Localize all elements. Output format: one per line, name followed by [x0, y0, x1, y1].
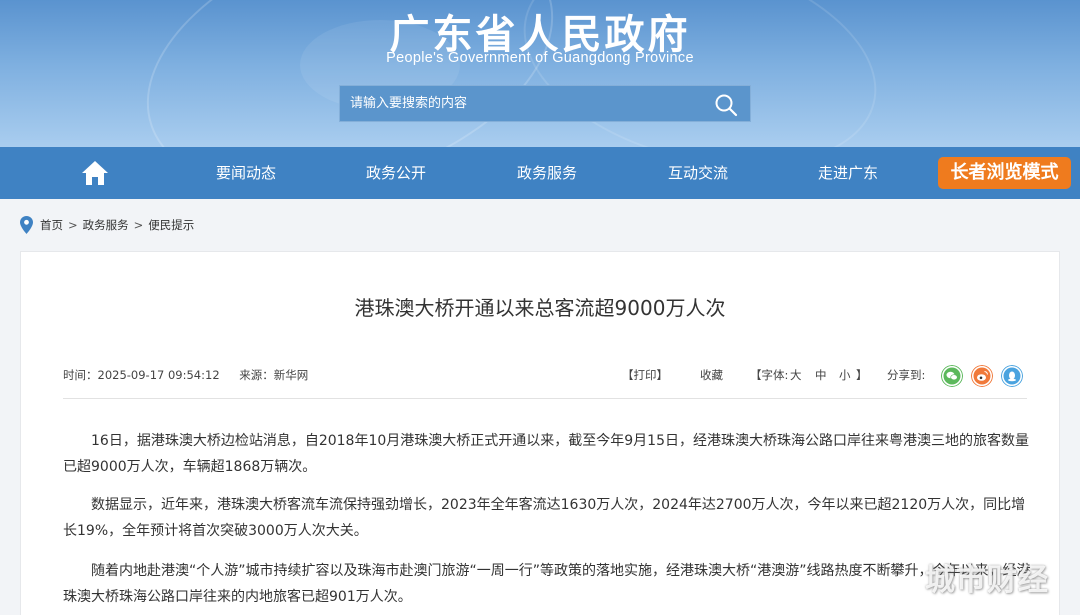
- wechat-share-icon[interactable]: [941, 365, 963, 387]
- font-medium-button[interactable]: 中: [815, 367, 827, 383]
- share-label: 分享到:: [887, 368, 926, 382]
- home-icon[interactable]: [80, 159, 110, 187]
- elder-mode-button[interactable]: 长者浏览模式: [938, 157, 1071, 189]
- breadcrumb: 首页 > 政务服务 > 便民提示: [20, 215, 194, 235]
- breadcrumb-home[interactable]: 首页: [40, 217, 63, 233]
- nav-item-news[interactable]: 要闻动态: [186, 147, 306, 199]
- site-subtitle: People's Government of Guangdong Provinc…: [386, 50, 694, 66]
- qq-share-icon[interactable]: [1001, 365, 1023, 387]
- weibo-share-icon[interactable]: [971, 365, 993, 387]
- location-pin-icon: [20, 216, 33, 234]
- main-nav: 要闻动态 政务公开 政务服务 互动交流 走进广东: [0, 147, 1080, 199]
- site-header: 广东省人民政府 People's Government of Guangdong…: [0, 0, 1080, 147]
- watermark: 城市财经: [925, 563, 1049, 598]
- article-paragraph: 随着内地赴港澳“个人游”城市持续扩容以及珠海市赴澳门旅游“一周一行”等政策的落地…: [63, 563, 1031, 605]
- font-size-prefix: 【字体:: [750, 368, 789, 382]
- meta-divider: [63, 398, 1027, 399]
- nav-item-interaction[interactable]: 互动交流: [638, 147, 758, 199]
- article-paragraph: 数据显示，近年来，港珠澳大桥客流车流保持强劲增长，2023年全年客流达1630万…: [63, 497, 1026, 539]
- article-paragraph: 16日，据港珠澳大桥边检站消息，自2018年10月港珠澳大桥正式开通以来，截至今…: [63, 433, 1029, 475]
- search-input[interactable]: [350, 86, 700, 121]
- article-meta: 时间：2025-09-17 09:54:12 来源：新华网: [63, 367, 324, 383]
- breadcrumb-separator: >: [68, 218, 78, 232]
- font-large-button[interactable]: 大: [790, 367, 802, 383]
- nav-item-gov-affairs[interactable]: 政务公开: [336, 147, 456, 199]
- article-title: 港珠澳大桥开通以来总客流超9000万人次: [354, 296, 726, 320]
- search-box: [339, 85, 751, 122]
- favorite-button[interactable]: 收藏: [700, 367, 723, 383]
- breadcrumb-separator: >: [133, 218, 144, 232]
- article-source: 来源：新华网: [239, 368, 309, 382]
- publish-time: 时间：2025-09-17 09:54:12: [63, 368, 220, 382]
- font-small-button[interactable]: 小: [839, 367, 851, 383]
- nav-item-gov-services[interactable]: 政务服务: [487, 147, 607, 199]
- breadcrumb-gov-services[interactable]: 政务服务: [83, 217, 129, 233]
- font-size-suffix: 】: [856, 368, 868, 382]
- search-icon[interactable]: [714, 93, 738, 117]
- nav-item-about[interactable]: 走进广东: [788, 147, 908, 199]
- print-button[interactable]: 【打印】: [622, 367, 668, 383]
- breadcrumb-tips[interactable]: 便民提示: [148, 217, 194, 233]
